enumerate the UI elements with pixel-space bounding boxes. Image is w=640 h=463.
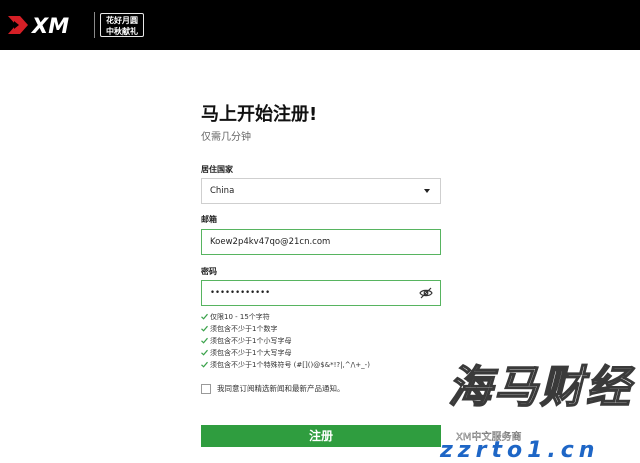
eye-slash-icon[interactable] xyxy=(419,286,433,300)
password-rule-text: 须包含不少于1个特殊符号 (#[]()@$&*!?|,^/\+_-) xyxy=(210,361,370,369)
password-rule-text: 须包含不少于1个数字 xyxy=(210,325,278,333)
password-rule: 须包含不少于1个小写字母 xyxy=(201,335,370,347)
check-icon xyxy=(201,349,208,356)
logo-text: XM xyxy=(30,14,69,38)
password-rule: 仅限10 - 15个字符 xyxy=(201,311,370,323)
password-rule-text: 仅限10 - 15个字符 xyxy=(210,313,270,321)
page-subtitle: 仅需几分钟 xyxy=(201,132,251,143)
email-value: Koew2p4kv47qo@21cn.com xyxy=(210,237,331,247)
email-label: 邮箱 xyxy=(201,215,217,224)
page-title: 马上开始注册! xyxy=(201,104,318,125)
check-icon xyxy=(201,337,208,344)
watermark: 海马财经 XM中文服务商 zzrto1.cn xyxy=(390,361,640,463)
email-field[interactable]: Koew2p4kv47qo@21cn.com xyxy=(201,229,441,255)
newsletter-consent-label[interactable]: 我同意订阅精选新闻和最新产品通知。 xyxy=(217,384,345,394)
password-rule-text: 须包含不少于1个大写字母 xyxy=(210,349,292,357)
password-rules-list: 仅限10 - 15个字符 须包含不少于1个数字 须包含不少于1个小写字母 须包含… xyxy=(201,311,370,371)
password-rule: 须包含不少于1个大写字母 xyxy=(201,347,370,359)
mid-autumn-promo-badge[interactable]: 花好月圆 中秋献礼 xyxy=(100,13,144,37)
password-rule: 须包含不少于1个数字 xyxy=(201,323,370,335)
watermark-url-text: zzrto1.cn xyxy=(440,438,600,463)
country-value: China xyxy=(210,186,235,196)
check-icon xyxy=(201,361,208,368)
register-button[interactable]: 注册 xyxy=(201,425,441,447)
check-icon xyxy=(201,325,208,332)
country-label: 居住国家 xyxy=(201,165,233,174)
password-field[interactable]: •••••••••••• xyxy=(201,280,441,306)
promo-line-2: 中秋献礼 xyxy=(106,27,138,36)
promo-line-1: 花好月圆 xyxy=(106,16,138,25)
country-select[interactable]: China xyxy=(201,178,441,204)
top-header: XM 花好月圆 中秋献礼 xyxy=(0,0,640,50)
check-icon xyxy=(201,313,208,320)
watermark-main-text: 海马财经 xyxy=(447,361,632,414)
password-rule: 须包含不少于1个特殊符号 (#[]()@$&*!?|,^/\+_-) xyxy=(201,359,370,371)
password-value: •••••••••••• xyxy=(210,288,271,298)
newsletter-consent-checkbox[interactable] xyxy=(201,384,211,394)
logo-divider xyxy=(94,12,95,38)
password-rule-text: 须包含不少于1个小写字母 xyxy=(210,337,292,345)
watermark-channel-text: XM中文服务商 xyxy=(456,432,522,443)
password-label: 密码 xyxy=(201,267,217,276)
xm-logo[interactable]: XM xyxy=(6,12,90,38)
chevron-down-icon[interactable] xyxy=(424,189,430,193)
